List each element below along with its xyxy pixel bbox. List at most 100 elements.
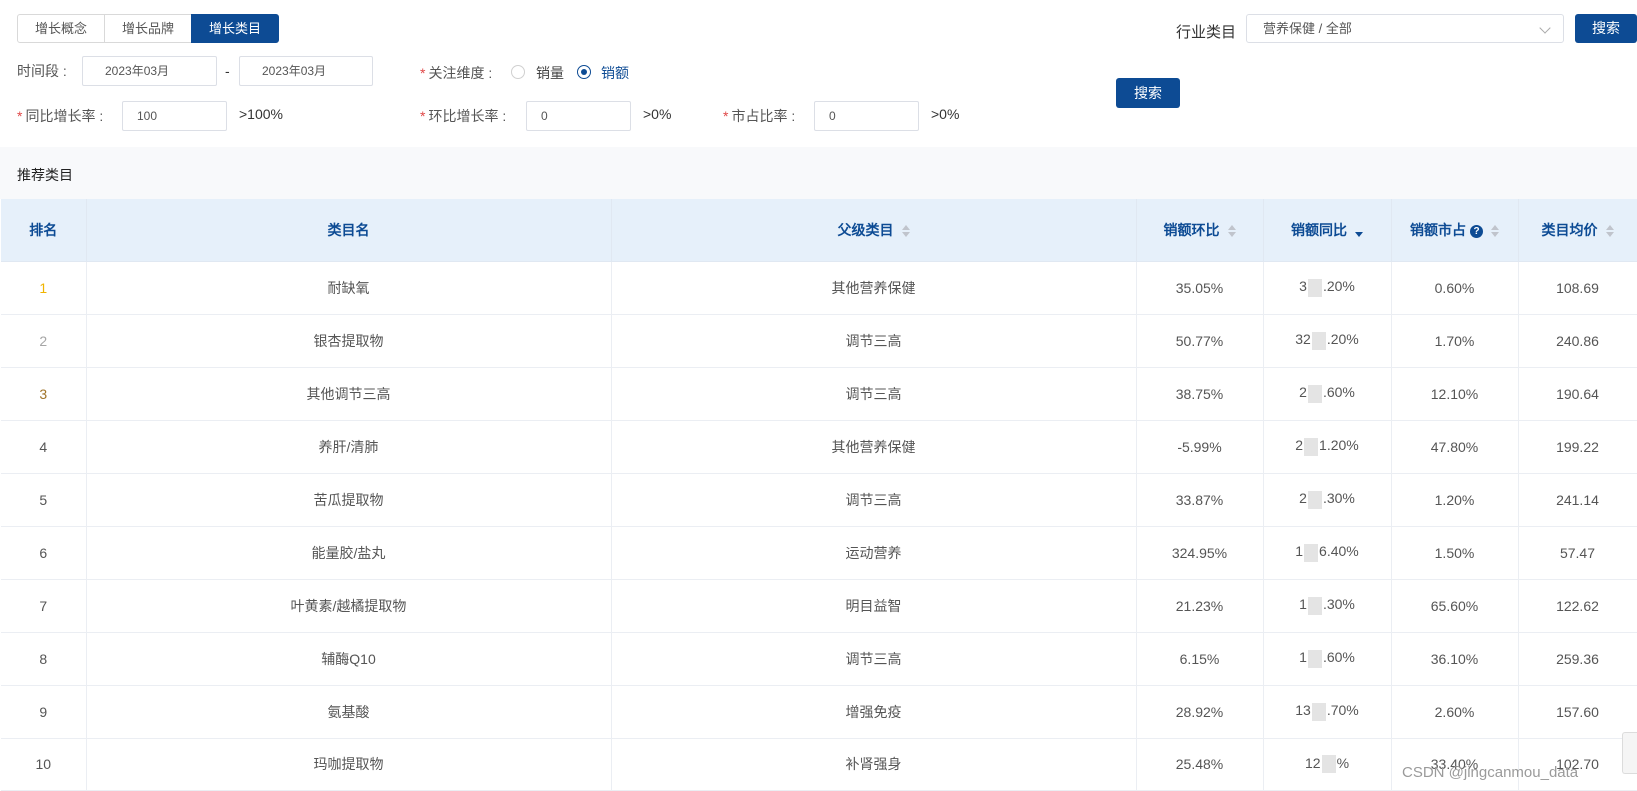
category-name-cell: 其他调节三高 [86, 367, 612, 421]
yoy-cell: 3.20% [1263, 261, 1392, 315]
tab-growth-category[interactable]: 增长类目 [191, 14, 280, 43]
header-avg[interactable]: 类目均价 [1518, 199, 1637, 262]
mom-label: * 环比增长率 : [420, 108, 507, 124]
yoy-cell: 32.20% [1263, 314, 1392, 368]
share-label: * 市占比率 : [723, 108, 796, 124]
header-mom[interactable]: 销额环比 [1136, 199, 1264, 262]
industry-select-value: 营养保健 / 全部 [1263, 21, 1352, 36]
category-name-cell: 苦瓜提取物 [86, 473, 612, 527]
sort-icon[interactable] [1490, 225, 1499, 238]
avg-price-cell: 122.62 [1518, 579, 1637, 633]
rank-cell: 8 [1, 632, 87, 686]
category-name-cell: 叶黄素/越橘提取物 [86, 579, 612, 633]
table-row: 6 能量胶/盐丸 运动营养 324.95% 1 6.40% 1.50% 57.47 [1, 526, 1637, 580]
redaction-mark [1307, 278, 1322, 297]
section-title: 推荐类目 [17, 167, 73, 183]
yoy-cell: 13.70% [1263, 685, 1392, 739]
rank-cell: 9 [1, 685, 87, 739]
parent-category-cell: 明目益智 [611, 579, 1137, 633]
yoy-cell: 12% [1263, 738, 1392, 791]
parent-category-cell: 其他营养保健 [611, 261, 1137, 315]
header-share[interactable]: 销额市占? [1391, 199, 1519, 262]
avg-price-cell: 240.86 [1518, 314, 1637, 368]
redaction-mark [1307, 490, 1322, 509]
sort-icon[interactable] [901, 225, 910, 238]
share-cell: 65.60% [1391, 579, 1519, 633]
rank-cell: 1 [1, 261, 87, 315]
table-row: 5 苦瓜提取物 调节三高 33.87% 2.30% 1.20% 241.14 [1, 473, 1637, 527]
rank-cell: 6 [1, 526, 87, 580]
parent-category-cell: 其他营养保健 [611, 420, 1137, 474]
sort-icon[interactable] [1605, 225, 1614, 238]
yoy-suffix: >100% [239, 106, 283, 122]
radio-sales-amount-label[interactable]: 销额 [601, 63, 629, 83]
category-name-cell: 银杏提取物 [86, 314, 612, 368]
parent-category-cell: 运动营养 [611, 526, 1137, 580]
yoy-cell: 1.30% [1263, 579, 1392, 633]
yoy-cell: 2 1.20% [1263, 420, 1392, 474]
sort-desc-icon[interactable] [1354, 225, 1363, 238]
mom-cell: 35.05% [1136, 261, 1264, 315]
table-row: 3 其他调节三高 调节三高 38.75% 2.60% 12.10% 190.64 [1, 367, 1637, 421]
table-row: 1 耐缺氧 其他营养保健 35.05% 3.20% 0.60% 108.69 [1, 261, 1637, 315]
mom-cell: 21.23% [1136, 579, 1264, 633]
period-start-input[interactable]: 2023年03月 [82, 56, 217, 86]
period-label: 时间段 : [17, 63, 67, 79]
yoy-label: * 同比增长率 : [17, 108, 104, 124]
tab-growth-brand[interactable]: 增长品牌 [104, 14, 193, 43]
industry-label: 行业类目 [1176, 24, 1237, 41]
parent-category-cell: 调节三高 [611, 632, 1137, 686]
header-yoy[interactable]: 销额同比 [1263, 199, 1392, 262]
header-parent[interactable]: 父级类目 [611, 199, 1137, 262]
chevron-down-icon [1539, 22, 1551, 34]
yoy-input[interactable]: 100 [122, 101, 227, 131]
redaction-mark [1304, 543, 1319, 562]
category-name-cell: 养肝/清肺 [86, 420, 612, 474]
section-band [0, 147, 1637, 199]
growth-tabs: 增长概念 增长品牌 增长类目 [17, 14, 280, 43]
share-cell: 47.80% [1391, 420, 1519, 474]
period-end-input[interactable]: 2023年03月 [239, 56, 373, 86]
table-header-row: 排名 类目名 父级类目 销额环比 销额同比 销额市占? 类目均价 [1, 199, 1637, 262]
yoy-cell: 2.60% [1263, 367, 1392, 421]
avg-price-cell: 190.64 [1518, 367, 1637, 421]
share-cell: 36.10% [1391, 632, 1519, 686]
radio-sales-volume-label[interactable]: 销量 [536, 63, 564, 83]
sort-icon[interactable] [1227, 225, 1236, 238]
floating-widget[interactable] [1622, 732, 1637, 774]
watermark: CSDN @jingcanmou_data [1402, 764, 1579, 781]
industry-search-button[interactable]: 搜索 [1575, 14, 1637, 43]
rank-cell: 2 [1, 314, 87, 368]
tab-growth-concept[interactable]: 增长概念 [17, 14, 106, 43]
yoy-cell: 1.60% [1263, 632, 1392, 686]
share-cell: 1.50% [1391, 526, 1519, 580]
table-row: 4 养肝/清肺 其他营养保健 -5.99% 2 1.20% 47.80% 199.22 [1, 420, 1637, 474]
mom-cell: 28.92% [1136, 685, 1264, 739]
mom-cell: 6.15% [1136, 632, 1264, 686]
avg-price-cell: 157.60 [1518, 685, 1637, 739]
redaction-mark [1307, 384, 1322, 403]
category-name-cell: 氨基酸 [86, 685, 612, 739]
rank-cell: 10 [1, 738, 87, 791]
category-name-cell: 耐缺氧 [86, 261, 612, 315]
filter-search-button[interactable]: 搜索 [1116, 78, 1180, 108]
mom-cell: 33.87% [1136, 473, 1264, 527]
share-input[interactable]: 0 [814, 101, 919, 131]
yoy-cell: 2.30% [1263, 473, 1392, 527]
dimension-label: * 关注维度 : [420, 65, 493, 81]
mom-cell: 324.95% [1136, 526, 1264, 580]
parent-category-cell: 增强免疫 [611, 685, 1137, 739]
category-name-cell: 辅酶Q10 [86, 632, 612, 686]
avg-price-cell: 57.47 [1518, 526, 1637, 580]
share-cell: 1.70% [1391, 314, 1519, 368]
category-name-cell: 玛咖提取物 [86, 738, 612, 791]
help-icon[interactable]: ? [1470, 224, 1483, 238]
mom-input[interactable]: 0 [526, 101, 631, 131]
avg-price-cell: 241.14 [1518, 473, 1637, 527]
avg-price-cell: 259.36 [1518, 632, 1637, 686]
radio-sales-amount[interactable] [577, 65, 591, 79]
radio-sales-volume[interactable] [511, 65, 525, 79]
header-name: 类目名 [86, 199, 612, 262]
table-row: 9 氨基酸 增强免疫 28.92% 13.70% 2.60% 157.60 [1, 685, 1637, 739]
industry-select[interactable]: 营养保健 / 全部 [1246, 14, 1564, 43]
